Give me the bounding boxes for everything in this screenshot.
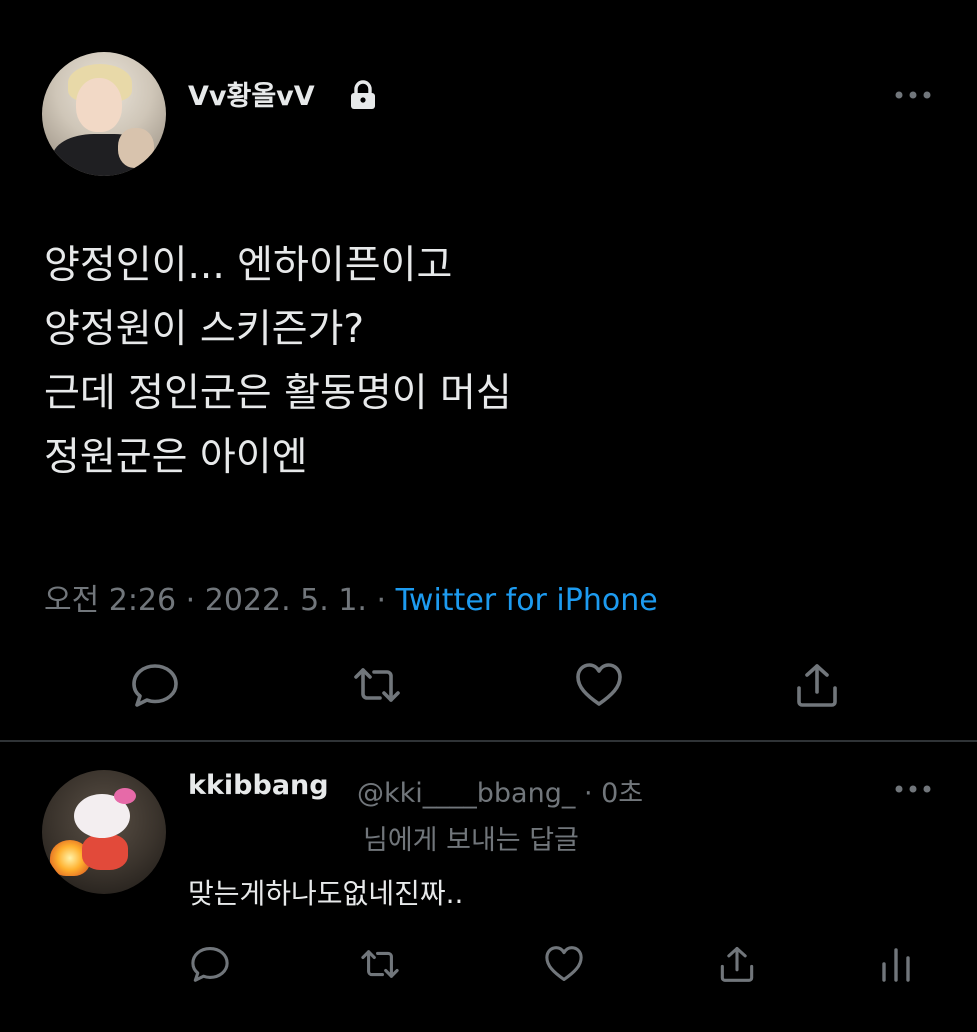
tweet-line-4: 정원군은 아이엔 bbox=[44, 435, 308, 480]
reply-icon[interactable] bbox=[128, 658, 182, 712]
main-author-name[interactable]: Vv황올vV bbox=[188, 74, 315, 113]
meta-separator: · bbox=[583, 778, 602, 809]
tweet-time[interactable]: 오전 2:26 bbox=[44, 583, 176, 618]
meta-separator: · bbox=[376, 583, 396, 618]
tweet-source-link[interactable]: Twitter for iPhone bbox=[396, 583, 658, 618]
tweet-date[interactable]: 2022. 5. 1. bbox=[205, 583, 367, 618]
analytics-icon[interactable] bbox=[874, 942, 918, 986]
replying-to-label: 님에게 보내는 답글 bbox=[363, 825, 579, 856]
tweet-line-2: 양정원이 스키즌가? bbox=[44, 307, 365, 352]
avatar-kitty-body bbox=[82, 834, 128, 870]
reply-author-name[interactable]: kkibbang bbox=[188, 770, 329, 801]
share-icon[interactable] bbox=[715, 942, 759, 986]
more-icon[interactable] bbox=[893, 783, 933, 795]
avatar-reply-author[interactable] bbox=[42, 770, 166, 894]
tweet-line-3: 근데 정인군은 활동명이 머심 bbox=[44, 371, 512, 416]
meta-separator: · bbox=[185, 583, 205, 618]
reply-tweet-text: 맞는게하나도없네진짜.. bbox=[188, 877, 464, 910]
retweet-icon[interactable] bbox=[358, 942, 402, 986]
reply-author-handle[interactable]: @kki____bbang_ bbox=[357, 778, 575, 809]
share-icon[interactable] bbox=[790, 658, 844, 712]
reply-author-meta: @kki____bbang_ · 0초 bbox=[357, 771, 643, 810]
avatar-face bbox=[76, 78, 122, 132]
main-tweet-text: 양정인이... 엔하이픈이고 양정원이 스키즌가? 근데 정인군은 활동명이 머… bbox=[44, 234, 924, 490]
avatar-main-author[interactable] bbox=[42, 52, 166, 176]
tweet-line-1: 양정인이... 엔하이픈이고 bbox=[44, 243, 453, 288]
reply-icon[interactable] bbox=[188, 942, 232, 986]
more-icon[interactable] bbox=[893, 89, 933, 101]
like-icon[interactable] bbox=[542, 942, 586, 986]
divider bbox=[0, 740, 977, 742]
tweet-metadata: 오전 2:26 · 2022. 5. 1. · Twitter for iPho… bbox=[44, 575, 658, 619]
avatar-kitty-bow bbox=[114, 788, 136, 804]
lock-icon bbox=[346, 80, 380, 110]
retweet-icon[interactable] bbox=[350, 658, 404, 712]
reply-time[interactable]: 0초 bbox=[601, 778, 643, 809]
like-icon[interactable] bbox=[572, 658, 626, 712]
avatar-dog bbox=[118, 128, 154, 168]
